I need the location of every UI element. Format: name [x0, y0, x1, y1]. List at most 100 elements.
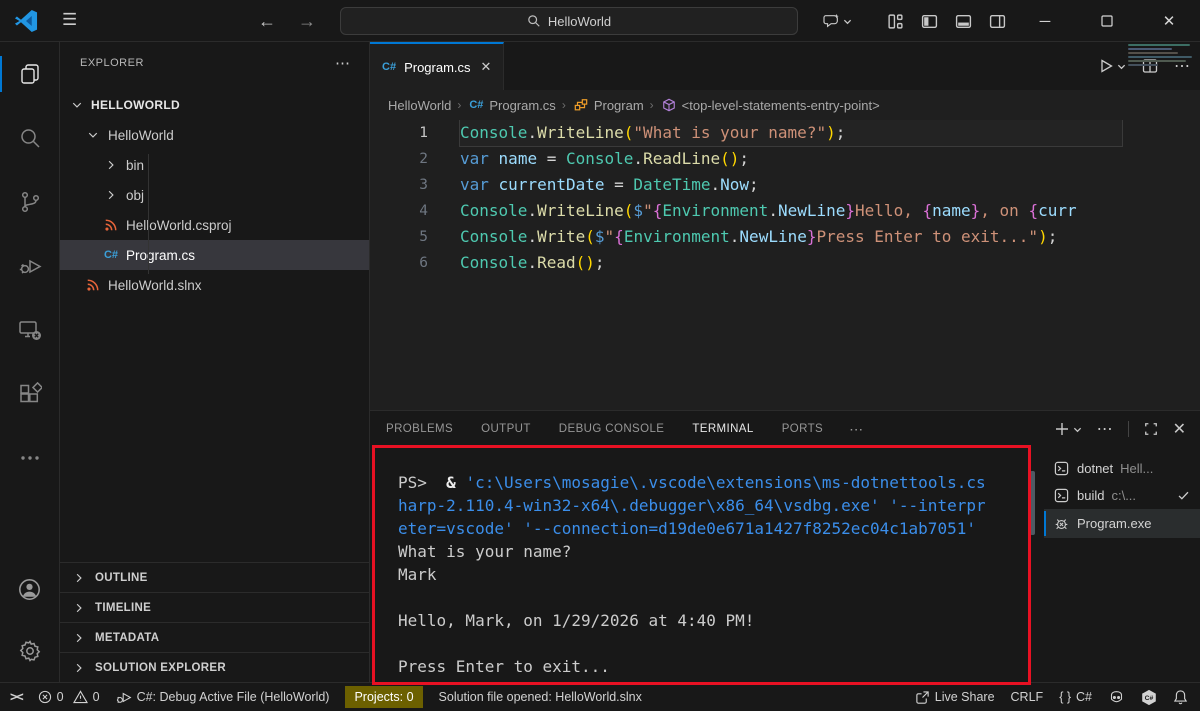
- copilot-chat-icon[interactable]: [814, 0, 860, 42]
- breadcrumb[interactable]: HelloWorld›C#Program.cs›Program›<top-lev…: [370, 90, 1200, 120]
- breadcrumb-separator: ›: [457, 98, 461, 112]
- tree-item-obj[interactable]: obj: [60, 180, 369, 210]
- maximize-button[interactable]: [1076, 0, 1138, 42]
- debug-program-icon: [1052, 516, 1070, 531]
- explorer-more-actions-icon[interactable]: ⋯: [335, 54, 351, 72]
- code-line-6[interactable]: 6Console.Read();: [370, 250, 1200, 276]
- workspace-root-helloworld[interactable]: HELLOWORLD: [60, 90, 369, 120]
- run-button[interactable]: [1098, 58, 1126, 74]
- back-arrow-icon[interactable]: ←: [258, 11, 276, 32]
- tree-item-helloworld-csproj[interactable]: HelloWorld.csproj: [60, 210, 369, 240]
- eol-indicator[interactable]: CRLF: [1011, 683, 1044, 711]
- terminal-output[interactable]: PS> & 'c:\Users\mosagie\.vscode\extensio…: [398, 447, 1030, 682]
- run-and-debug-icon[interactable]: [0, 234, 59, 298]
- minimize-button[interactable]: ─: [1014, 0, 1076, 42]
- tree-item-label: HelloWorld: [108, 128, 174, 143]
- toggle-primary-sidebar-icon[interactable]: [912, 0, 946, 42]
- code-line-4[interactable]: 4Console.WriteLine($"{Environment.NewLin…: [370, 198, 1200, 224]
- tree-item-helloworld[interactable]: HelloWorld: [60, 120, 369, 150]
- settings-gear-icon[interactable]: [0, 620, 59, 682]
- tree-item-label: Program.cs: [126, 248, 195, 263]
- terminal-tab-dotnet[interactable]: dotnetHell...: [1044, 455, 1200, 482]
- problems-indicator[interactable]: 0 0: [38, 683, 100, 711]
- panel-tab-output[interactable]: OUTPUT: [481, 411, 531, 447]
- section-solution-explorer[interactable]: SOLUTION EXPLORER: [60, 652, 369, 682]
- symbol-class-icon: [572, 98, 590, 112]
- breadcrumb-item[interactable]: HelloWorld: [388, 98, 451, 113]
- solution-status[interactable]: Solution file opened: HelloWorld.slnx: [439, 683, 642, 711]
- breadcrumb-item[interactable]: <top-level-statements-entry-point>: [660, 98, 880, 113]
- source-control-icon[interactable]: [0, 170, 59, 234]
- bottom-panel: PROBLEMS OUTPUT DEBUG CONSOLE TERMINAL PORTS…: [370, 410, 1200, 682]
- editor-tab-bar: C# Program.cs ✕: [370, 42, 1200, 90]
- panel-tabs-more-icon[interactable]: ⋯: [849, 421, 864, 438]
- new-terminal-icon[interactable]: [1055, 422, 1082, 436]
- section-metadata[interactable]: METADATA: [60, 622, 369, 652]
- maximize-panel-icon[interactable]: [1144, 422, 1158, 436]
- csharp-file-icon: C#: [467, 99, 485, 111]
- copilot-status-icon[interactable]: [1108, 683, 1125, 711]
- customize-layout-icon[interactable]: [878, 0, 912, 42]
- forward-arrow-icon[interactable]: →: [298, 11, 316, 32]
- panel-tab-debug-console[interactable]: DEBUG CONSOLE: [559, 411, 665, 447]
- search-icon[interactable]: [0, 106, 59, 170]
- terminal-icon: [1052, 461, 1070, 476]
- explorer-tree: HelloWorld binobj HelloWorld.csproj C#Progr…: [60, 120, 369, 300]
- close-panel-icon[interactable]: ✕: [1173, 419, 1186, 439]
- tree-item-helloworld-slnx[interactable]: HelloWorld.slnx: [60, 270, 369, 300]
- terminal-scrollbar[interactable]: [1030, 471, 1035, 535]
- search-value: HelloWorld: [548, 14, 611, 29]
- more-actions-icon[interactable]: [0, 426, 59, 490]
- panel-tab-terminal[interactable]: TERMINAL: [692, 411, 753, 447]
- chevron-right-icon: [70, 632, 88, 644]
- terminal-line: [398, 632, 1030, 655]
- tree-item-bin[interactable]: bin: [60, 150, 369, 180]
- tab-close-icon[interactable]: ✕: [481, 59, 492, 75]
- chevron-right-icon: [70, 662, 88, 674]
- section-timeline[interactable]: TIMELINE: [60, 592, 369, 622]
- breadcrumb-separator: ›: [650, 98, 654, 112]
- panel-more-actions-icon[interactable]: ⋯: [1097, 419, 1113, 439]
- command-center-search[interactable]: HelloWorld: [340, 7, 798, 35]
- activity-bar: [0, 42, 60, 682]
- toggle-panel-icon[interactable]: [946, 0, 980, 42]
- debug-status[interactable]: C#: Debug Active File (HelloWorld): [116, 683, 330, 711]
- breadcrumb-item[interactable]: Program: [572, 98, 644, 113]
- toggle-secondary-sidebar-icon[interactable]: [980, 0, 1014, 42]
- code-line-1[interactable]: 1Console.WriteLine("What is your name?")…: [370, 120, 1200, 146]
- close-button[interactable]: ✕: [1138, 0, 1200, 42]
- menu-icon[interactable]: ☰: [62, 10, 77, 30]
- tree-item-label: HelloWorld.csproj: [126, 218, 232, 233]
- language-indicator[interactable]: { } C#: [1059, 683, 1092, 711]
- code-editor[interactable]: 1Console.WriteLine("What is your name?")…: [370, 120, 1200, 410]
- csproj-file-icon: [102, 218, 120, 232]
- chevron-right-icon: [70, 602, 88, 614]
- notifications-bell-icon[interactable]: [1173, 683, 1188, 711]
- code-line-2[interactable]: 2var name = Console.ReadLine();: [370, 146, 1200, 172]
- extensions-icon[interactable]: [0, 362, 59, 426]
- terminal-line: [398, 586, 1030, 609]
- tab-program-cs[interactable]: C# Program.cs ✕: [370, 42, 504, 90]
- accounts-icon[interactable]: [0, 558, 59, 620]
- chevron-down-icon: [843, 17, 852, 26]
- breadcrumb-item[interactable]: C#Program.cs: [467, 98, 555, 113]
- panel-tab-problems[interactable]: PROBLEMS: [386, 411, 453, 447]
- live-share-button[interactable]: Live Share: [915, 683, 995, 711]
- remote-indicator-icon[interactable]: ><: [10, 683, 22, 711]
- panel-tab-ports[interactable]: PORTS: [782, 411, 823, 447]
- remote-explorer-icon[interactable]: [0, 298, 59, 362]
- chevron-right-icon: [70, 572, 88, 584]
- code-line-3[interactable]: 3var currentDate = DateTime.Now;: [370, 172, 1200, 198]
- terminal-tab-build[interactable]: buildc:\...: [1044, 482, 1200, 509]
- terminal-tab-program-exe[interactable]: Program.exe: [1044, 509, 1200, 538]
- minimap[interactable]: [1128, 44, 1196, 72]
- code-line-5[interactable]: 5Console.Write($"{Environment.NewLine}Pr…: [370, 224, 1200, 250]
- chevron-right-icon: [102, 159, 120, 171]
- line-number: 6: [370, 250, 428, 276]
- sidebar-sections: OUTLINETIMELINEMETADATASOLUTION EXPLORER: [60, 562, 369, 682]
- projects-status-badge[interactable]: Projects: 0: [345, 686, 422, 708]
- tree-item-program-cs[interactable]: C#Program.cs: [60, 240, 369, 270]
- csharp-devkit-icon[interactable]: C#: [1141, 683, 1157, 711]
- explorer-icon[interactable]: [0, 42, 59, 106]
- section-outline[interactable]: OUTLINE: [60, 562, 369, 592]
